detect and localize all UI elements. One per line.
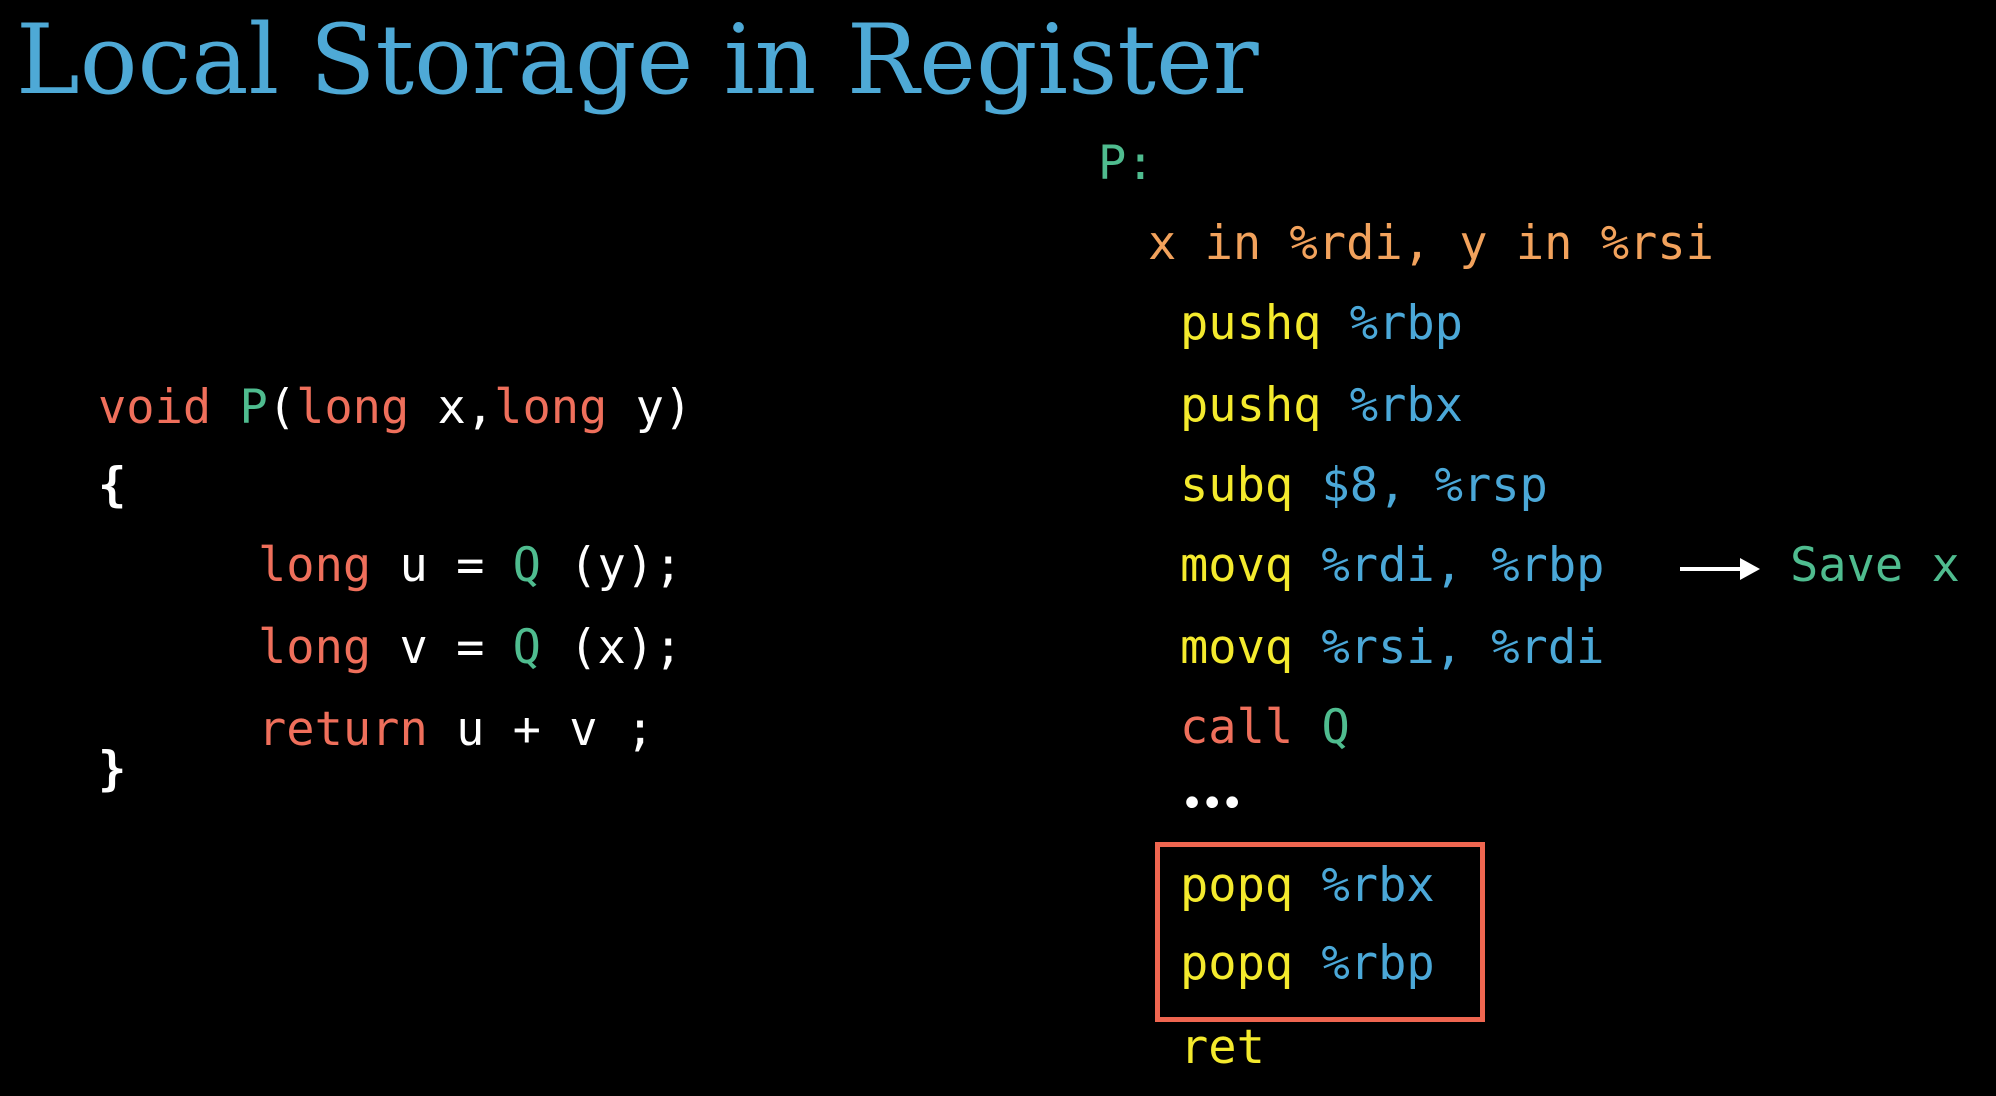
- c-assign-u: u =: [371, 538, 513, 593]
- asm-ellipsis: •••: [1180, 781, 1244, 827]
- asm-op: pushq: [1180, 296, 1322, 351]
- highlight-box: [1155, 842, 1485, 1022]
- asm-instruction: pushq %rbx: [1180, 376, 1463, 436]
- asm-comment: x in %rdi, y in %rsi: [1148, 216, 1714, 271]
- c-return-expr: u + v ;: [427, 702, 655, 757]
- asm-label: P:: [1098, 136, 1155, 191]
- asm-op: movq: [1180, 538, 1294, 593]
- asm-op: ret: [1180, 1020, 1265, 1075]
- c-param-y: y): [607, 380, 693, 435]
- asm-args: %rbp: [1321, 296, 1463, 351]
- asm-args: %rsi, %rdi: [1293, 620, 1605, 675]
- asm-op: call: [1180, 700, 1294, 755]
- asm-instruction: movq %rdi, %rbp: [1180, 536, 1604, 596]
- c-keyword-return: return: [258, 702, 428, 757]
- c-keyword-void: void: [98, 380, 212, 435]
- c-code-line-v: long v = Q (x);: [258, 618, 682, 678]
- asm-instruction: movq %rsi, %rdi: [1180, 618, 1604, 678]
- c-paren-open: (: [267, 380, 297, 435]
- asm-args: Q: [1293, 700, 1350, 755]
- asm-args: %rdi, %rbp: [1293, 538, 1605, 593]
- asm-instruction: pushq %rbp: [1180, 294, 1463, 354]
- c-assign-v: v =: [371, 620, 513, 675]
- c-code-line-return: return u + v ;: [258, 700, 654, 760]
- c-brace-open: {: [98, 458, 127, 513]
- asm-args: %rbx: [1321, 378, 1463, 433]
- c-keyword-long: long: [296, 380, 410, 435]
- c-call-args-y: (y);: [540, 538, 683, 593]
- c-keyword-long: long: [494, 380, 608, 435]
- asm-instruction: call Q: [1180, 698, 1350, 758]
- asm-op: movq: [1180, 620, 1294, 675]
- c-code-line-u: long u = Q (y);: [258, 536, 682, 596]
- asm-instruction: subq $8, %rsp: [1180, 456, 1548, 516]
- c-function-name: P: [239, 380, 268, 435]
- c-keyword-long: long: [258, 538, 372, 593]
- c-keyword-long: long: [258, 620, 372, 675]
- c-param-x: x,: [409, 380, 495, 435]
- arrow-right-icon: [1680, 558, 1760, 580]
- save-x-annotation: Save x: [1790, 538, 1960, 593]
- asm-args: $8, %rsp: [1293, 458, 1548, 513]
- asm-code-block: P: x in %rdi, y in %rsi pushq %rbp pushq…: [1098, 134, 1714, 1075]
- asm-op: pushq: [1180, 378, 1322, 433]
- slide-title: Local Storage in Register: [16, 4, 1259, 116]
- c-call-args-x: (x);: [540, 620, 683, 675]
- c-call-q: Q: [512, 620, 541, 675]
- c-call-q: Q: [512, 538, 541, 593]
- c-code-block: void P(long x,long y) { long u = Q (y); …: [98, 378, 692, 798]
- asm-op: subq: [1180, 458, 1294, 513]
- c-brace-close: }: [98, 742, 127, 797]
- c-code-signature: void P(long x,long y): [98, 378, 692, 438]
